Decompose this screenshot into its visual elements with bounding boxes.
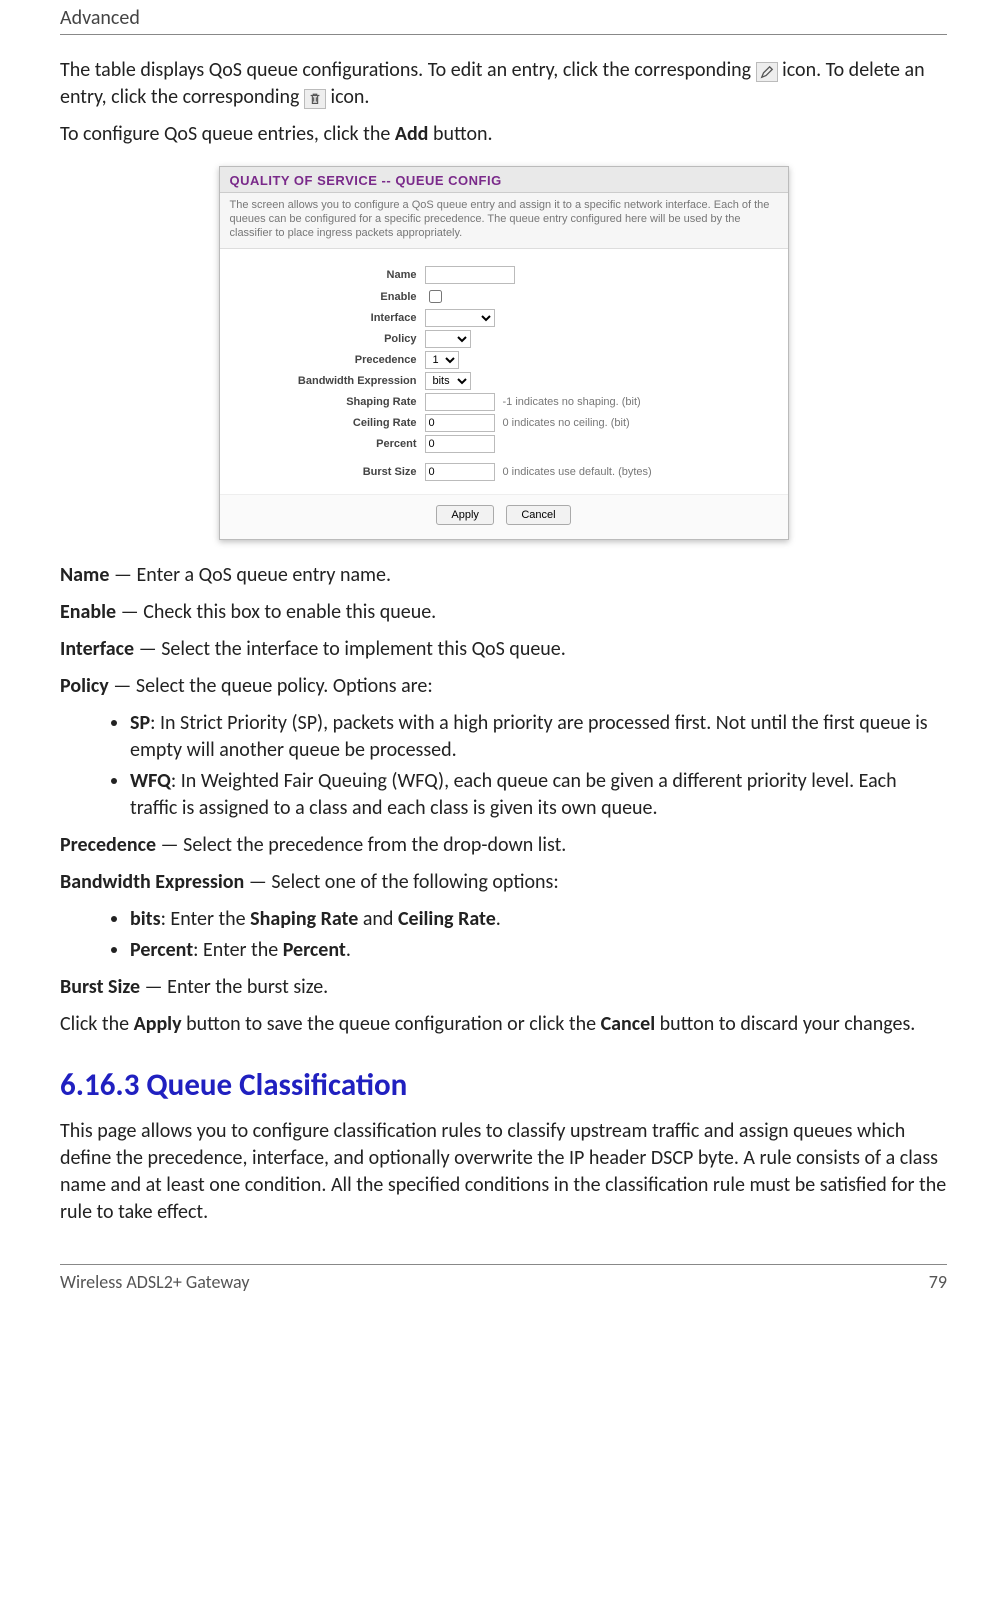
shaping-rate-input[interactable]: [425, 393, 495, 411]
def-burst-size: Burst Size — Enter the burst size.: [60, 974, 947, 1001]
def-name: Name — Enter a QoS queue entry name.: [60, 562, 947, 589]
edit-icon: [756, 62, 778, 82]
enable-checkbox[interactable]: [429, 290, 442, 303]
def-precedence: Precedence — Select the precedence from …: [60, 832, 947, 859]
name-input[interactable]: [425, 266, 515, 284]
queue-config-screenshot: QUALITY OF SERVICE -- QUEUE CONFIG The s…: [60, 166, 947, 540]
panel-body: Name Enable Interface Policy Precedence: [220, 249, 788, 494]
list-item: Percent: Enter the Percent.: [130, 937, 947, 964]
intro-line-1: The table displays QoS queue configurati…: [60, 57, 947, 111]
interface-select[interactable]: [425, 309, 495, 327]
def-interface: Interface — Select the interface to impl…: [60, 636, 947, 663]
def-bandwidth-expression: Bandwidth Expression — Select one of the…: [60, 869, 947, 896]
list-item: WFQ: In Weighted Fair Queuing (WFQ), eac…: [130, 768, 947, 822]
list-item: SP: In Strict Priority (SP), packets wit…: [130, 710, 947, 764]
intro-1a: The table displays QoS queue configurati…: [60, 58, 756, 82]
intro-2a: To configure QoS queue entries, click th…: [60, 122, 395, 146]
policy-options: SP: In Strict Priority (SP), packets wit…: [60, 710, 947, 822]
label-bandwidth-expression: Bandwidth Expression: [230, 375, 425, 387]
bandwidth-options: bits: Enter the Shaping Rate and Ceiling…: [60, 906, 947, 964]
label-burst-size: Burst Size: [230, 466, 425, 478]
header-section: Advanced: [60, 6, 140, 30]
precedence-select[interactable]: 1: [425, 351, 459, 369]
def-enable: Enable — Check this box to enable this q…: [60, 599, 947, 626]
hint-burst: 0 indicates use default. (bytes): [503, 466, 652, 478]
label-shaping-rate: Shaping Rate: [230, 396, 425, 408]
intro-line-2: To configure QoS queue entries, click th…: [60, 121, 947, 148]
ceiling-rate-input[interactable]: [425, 414, 495, 432]
panel-description: The screen allows you to configure a QoS…: [220, 193, 788, 249]
bandwidth-expression-select[interactable]: bits: [425, 372, 471, 390]
label-interface: Interface: [230, 312, 425, 324]
policy-select[interactable]: [425, 330, 471, 348]
label-policy: Policy: [230, 333, 425, 345]
hint-ceiling: 0 indicates no ceiling. (bit): [503, 417, 630, 429]
footer-page-number: 79: [929, 1271, 947, 1293]
list-item: bits: Enter the Shaping Rate and Ceiling…: [130, 906, 947, 933]
running-header: Advanced: [60, 0, 947, 35]
def-apply-cancel: Click the Apply button to save the queue…: [60, 1011, 947, 1038]
queue-classification-text: This page allows you to configure classi…: [60, 1118, 947, 1226]
def-policy: Policy — Select the queue policy. Option…: [60, 673, 947, 700]
footer-product: Wireless ADSL2+ Gateway: [60, 1271, 249, 1293]
label-percent: Percent: [230, 438, 425, 450]
burst-size-input[interactable]: [425, 463, 495, 481]
panel-title: QUALITY OF SERVICE -- QUEUE CONFIG: [220, 167, 788, 193]
trash-icon: [304, 89, 326, 109]
label-precedence: Precedence: [230, 354, 425, 366]
label-enable: Enable: [230, 291, 425, 303]
label-name: Name: [230, 269, 425, 281]
panel-buttons: Apply Cancel: [220, 494, 788, 539]
apply-button[interactable]: Apply: [436, 505, 494, 525]
section-heading-queue-classification: 6.16.3 Queue Classification: [60, 1066, 947, 1104]
intro-1c: icon.: [331, 85, 370, 109]
percent-input[interactable]: [425, 435, 495, 453]
hint-shaping: -1 indicates no shaping. (bit): [503, 396, 641, 408]
label-ceiling-rate: Ceiling Rate: [230, 417, 425, 429]
intro-2b: button.: [428, 122, 492, 146]
cancel-button[interactable]: Cancel: [506, 505, 570, 525]
intro-add: Add: [395, 122, 429, 146]
page-footer: Wireless ADSL2+ Gateway 79: [60, 1264, 947, 1293]
